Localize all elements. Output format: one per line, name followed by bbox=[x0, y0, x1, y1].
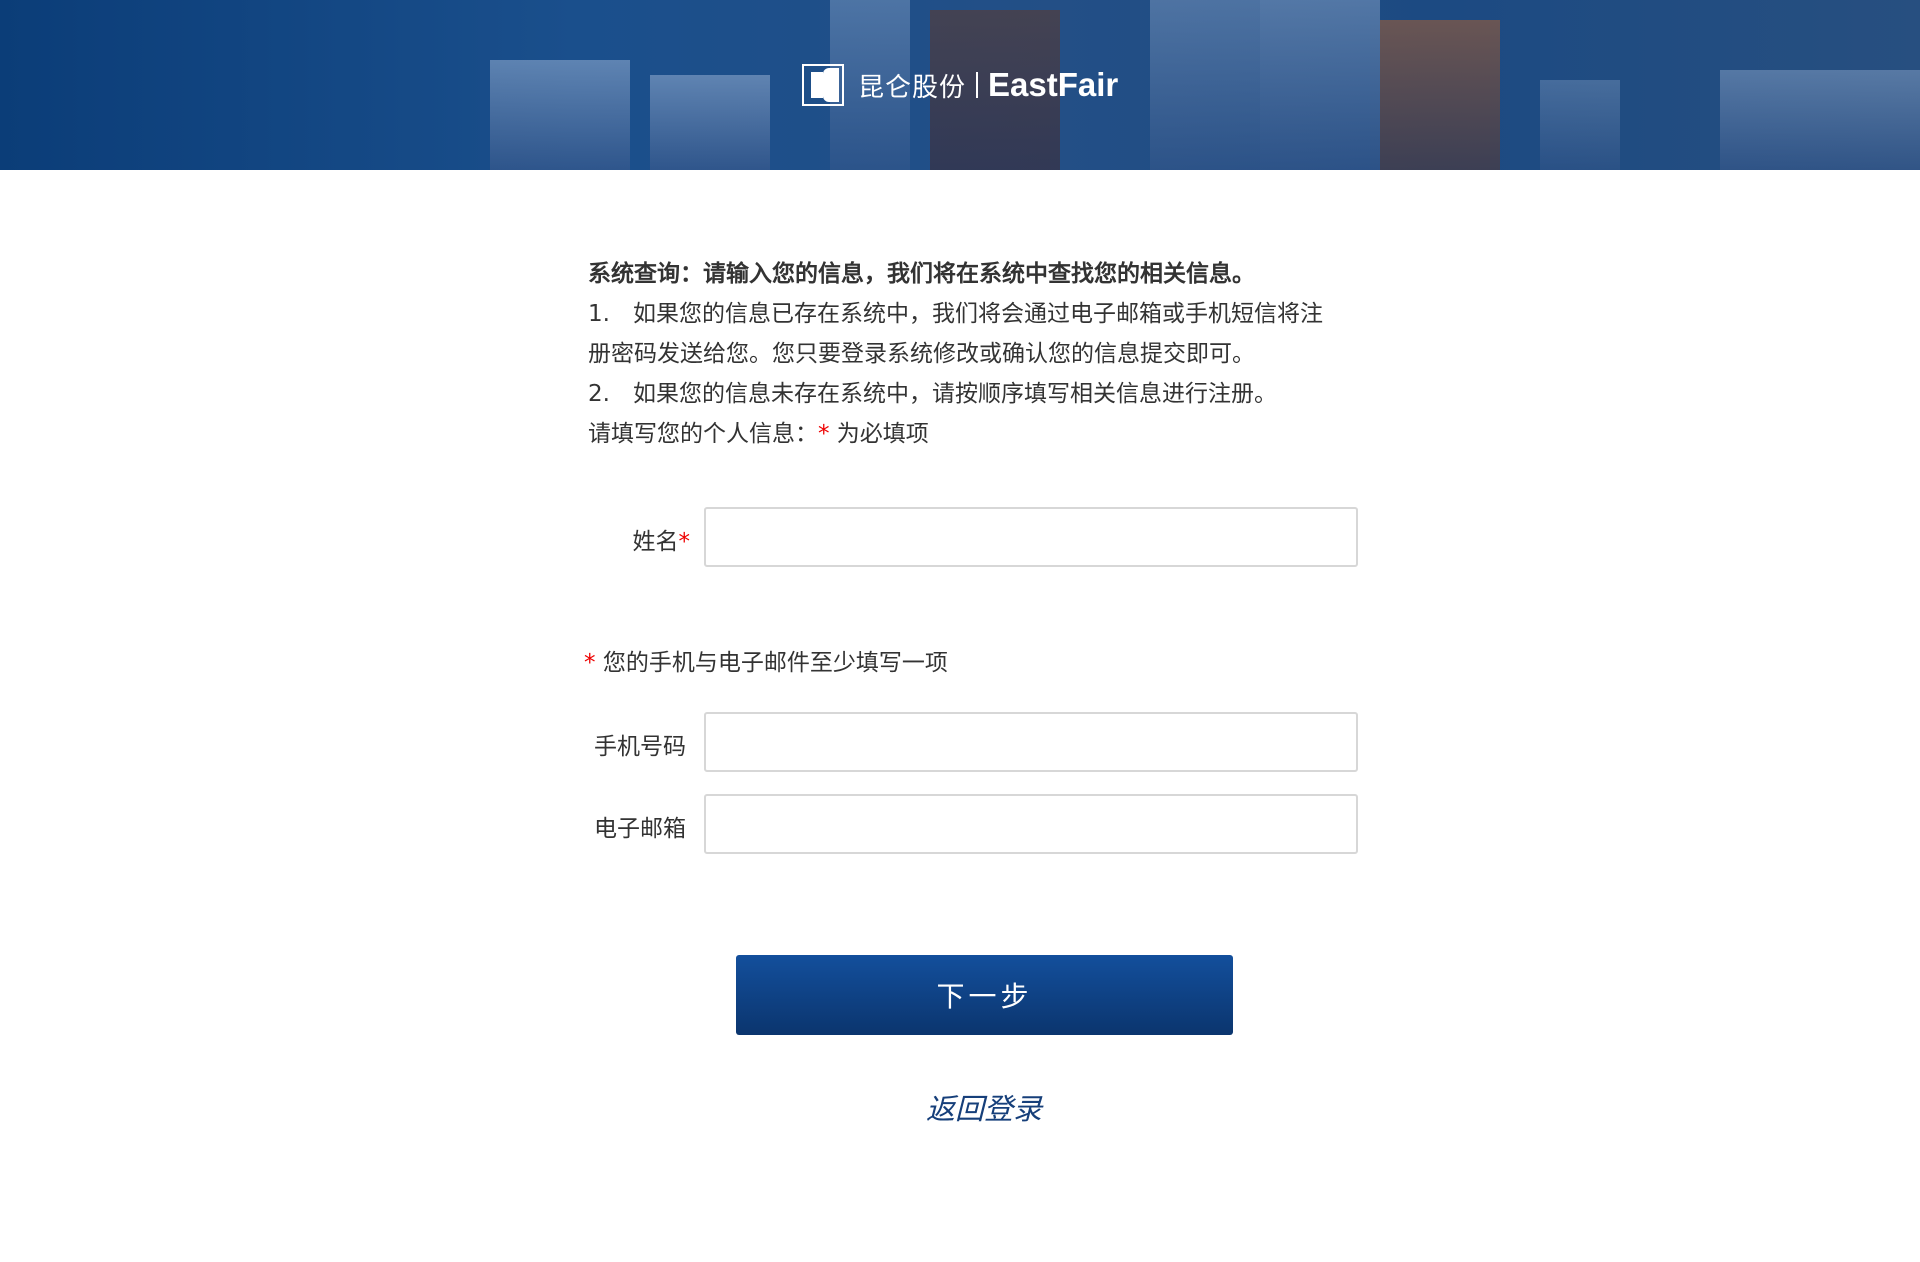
intro-title: 系统查询：请输入您的信息，我们将在系统中查找您的相关信息。 bbox=[588, 261, 1255, 287]
email-label: 电子邮箱 bbox=[594, 816, 686, 842]
logo-mark-icon bbox=[802, 64, 844, 106]
phone-input[interactable] bbox=[704, 712, 1358, 772]
email-input[interactable] bbox=[704, 794, 1358, 854]
next-button[interactable]: 下一步 bbox=[736, 955, 1233, 1035]
intro-line-1b: 册密码发送给您。您只要登录系统修改或确认您的信息提交即可。 bbox=[588, 341, 1255, 367]
contact-note: * 您的手机与电子邮件至少填写一项 bbox=[584, 643, 948, 677]
intro-text: 系统查询：请输入您的信息，我们将在系统中查找您的相关信息。 1. 如果您的信息已… bbox=[588, 254, 1323, 454]
name-label: 姓名* bbox=[580, 522, 691, 556]
required-mark: * bbox=[818, 421, 830, 447]
phone-label: 手机号码 bbox=[594, 734, 686, 760]
intro-line-1a: 1. 如果您的信息已存在系统中，我们将会通过电子邮箱或手机短信将注 bbox=[588, 301, 1323, 327]
intro-line-2: 2. 如果您的信息未存在系统中，请按顺序填写相关信息进行注册。 bbox=[588, 381, 1277, 407]
required-mark: * bbox=[678, 529, 691, 555]
name-label-text: 姓名 bbox=[632, 529, 679, 555]
required-hint-suffix: 为必填项 bbox=[829, 421, 929, 447]
logo: 昆仑股份 EastFair bbox=[802, 64, 1118, 106]
required-hint: 请填写您的个人信息：* 为必填项 bbox=[588, 414, 1323, 454]
logo-en: EastFair bbox=[988, 66, 1119, 103]
header-banner: 昆仑股份 EastFair bbox=[0, 0, 1920, 170]
required-hint-prefix: 请填写您的个人信息： bbox=[588, 421, 818, 447]
back-to-login-link[interactable]: 返回登录 bbox=[0, 1086, 1920, 1128]
logo-separator bbox=[976, 72, 979, 98]
required-mark: * bbox=[584, 650, 596, 676]
contact-note-text: 您的手机与电子邮件至少填写一项 bbox=[602, 650, 948, 676]
logo-cn: 昆仑股份 bbox=[858, 72, 967, 103]
name-input[interactable] bbox=[704, 507, 1358, 567]
